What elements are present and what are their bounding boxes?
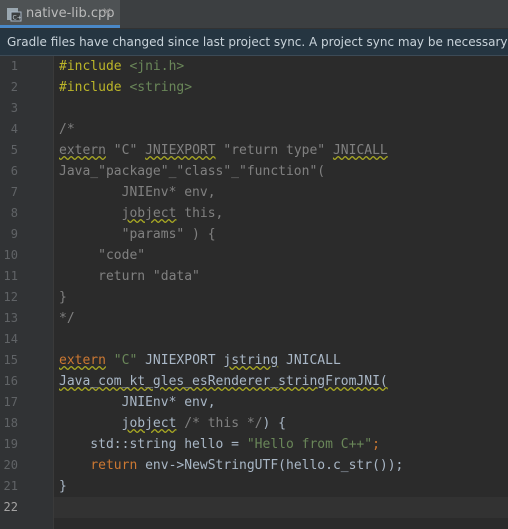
code-area[interactable]: #include <jni.h> #include <string> /* ex… — [54, 56, 508, 529]
code-line-1: #include <jni.h> — [59, 59, 185, 74]
code-line-18: jobject /* this */) { — [121, 416, 287, 431]
line-number: 21 — [3, 479, 18, 493]
gradle-sync-message: Gradle files have changed since last pro… — [7, 35, 508, 49]
line-number: 1 — [10, 59, 18, 73]
line-number-current: 22 — [3, 500, 18, 514]
code-line-7: JNIEnv* env, — [59, 185, 216, 200]
line-number: 2 — [10, 80, 18, 94]
active-tab-indicator — [0, 25, 120, 28]
editor-tab-bar: C+ native-lib.cpp ✕ — [0, 0, 508, 29]
line-number: 20 — [3, 458, 18, 472]
line-number: 3 — [10, 101, 18, 115]
line-number: 11 — [3, 269, 18, 283]
line-number: 18 — [3, 416, 18, 430]
svg-text:C+: C+ — [13, 15, 22, 22]
code-line-15: extern "C" JNIEXPORT jstring JNICALL — [59, 353, 341, 368]
line-number: 9 — [10, 227, 18, 241]
gradle-sync-banner: Gradle files have changed since last pro… — [0, 29, 508, 56]
line-number: 10 — [3, 248, 18, 262]
code-line-9: "params" ) { — [59, 227, 216, 242]
code-line-17: JNIEnv* env, — [59, 395, 216, 410]
line-number: 13 — [3, 311, 18, 325]
line-number: 6 — [10, 164, 18, 178]
close-tab-icon[interactable]: ✕ — [102, 5, 112, 19]
line-number-gutter: 1 2 3 4 5 6 7 8 9 10 11 12 13 14 15 16 1… — [0, 56, 54, 529]
code-line-12: } — [59, 290, 67, 305]
line-number: 17 — [3, 395, 18, 409]
code-line-5: extern "C" JNIEXPORT "return type" JNICA… — [59, 143, 388, 158]
code-line-19: std::string hello = "Hello from C++"; — [59, 437, 380, 452]
code-line-6: Java_"package"_"class"_"function"( — [59, 164, 326, 179]
code-line-2: #include <string> — [59, 80, 193, 95]
code-line-4: /* — [59, 122, 75, 137]
line-number: 8 — [10, 206, 18, 220]
line-number: 16 — [3, 374, 18, 388]
line-number: 7 — [10, 185, 18, 199]
code-line-20: return env->NewStringUTF(hello.c_str()); — [90, 458, 404, 473]
code-line-8: jobject this, — [121, 206, 224, 221]
code-line-13: */ — [59, 311, 75, 326]
code-editor[interactable]: 1 2 3 4 5 6 7 8 9 10 11 12 13 14 15 16 1… — [0, 56, 508, 529]
line-number: 5 — [10, 143, 18, 157]
line-number: 4 — [10, 122, 18, 136]
line-number: 15 — [3, 353, 18, 367]
cpp-file-icon: C+ — [7, 8, 22, 22]
code-line-10: "code" — [59, 248, 146, 263]
code-line-16: Java_com_kt_gles_esRenderer_stringFromJN… — [59, 374, 388, 389]
line-number: 12 — [3, 290, 18, 304]
line-number: 14 — [3, 332, 18, 346]
line-number: 19 — [3, 437, 18, 451]
code-line-21: } — [59, 479, 67, 494]
code-line-11: return "data" — [59, 269, 200, 284]
tab-native-lib-cpp[interactable]: C+ native-lib.cpp ✕ — [0, 0, 120, 28]
